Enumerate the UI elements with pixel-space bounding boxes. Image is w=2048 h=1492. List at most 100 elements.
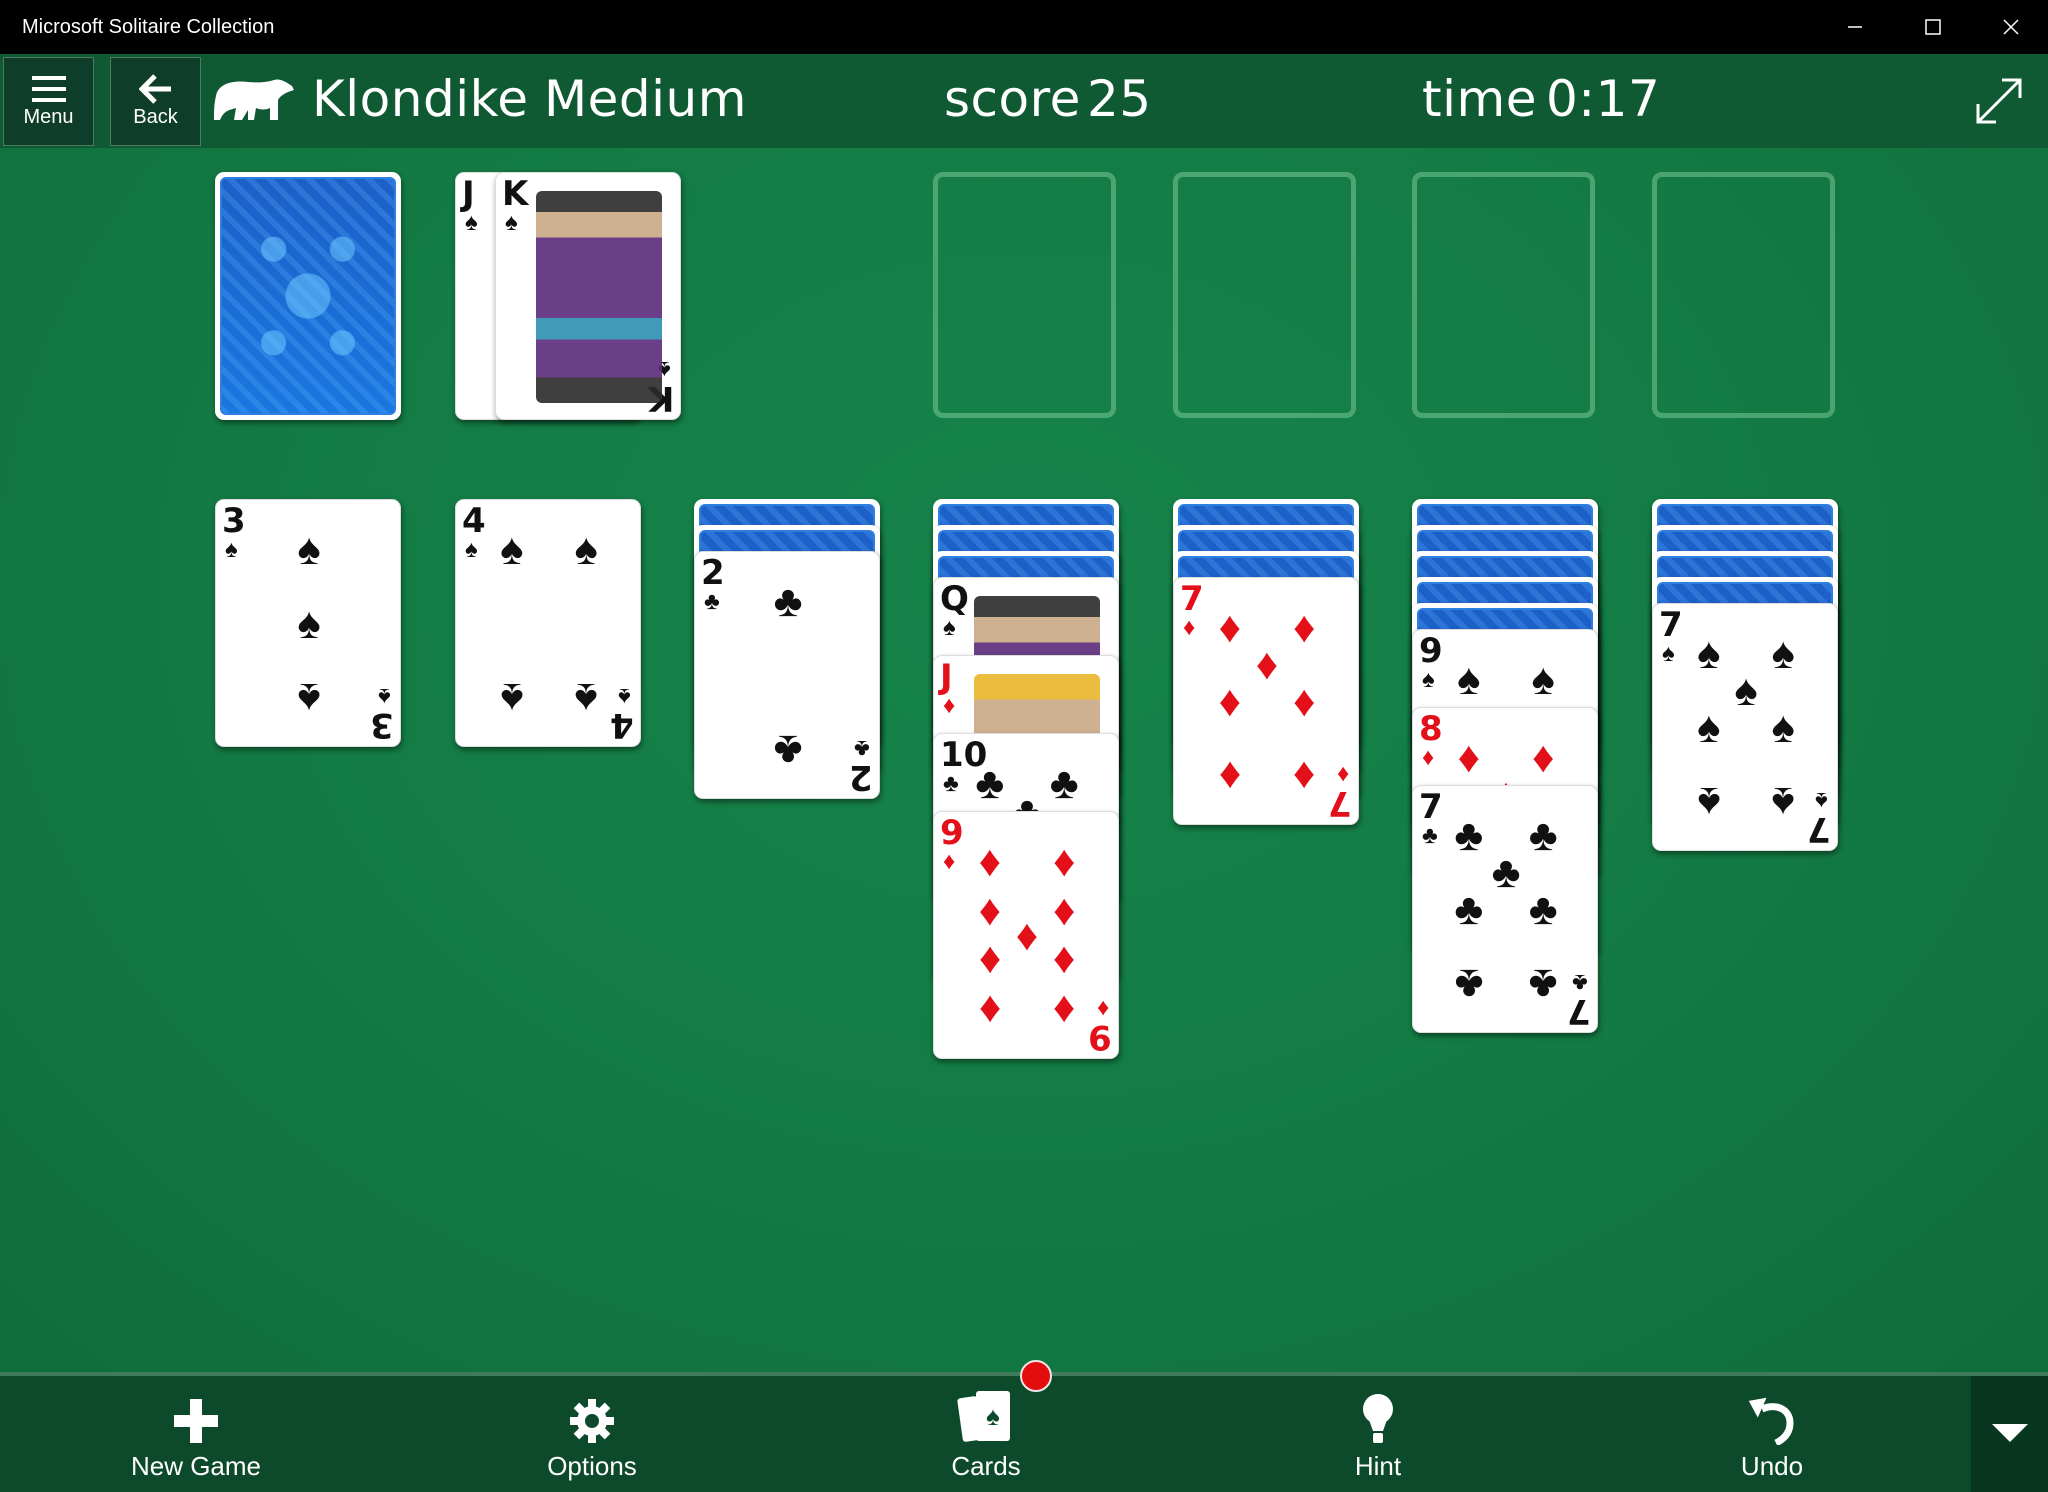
- card-pip-icon: ♠: [1697, 703, 1721, 752]
- card-rank: 2: [701, 553, 725, 593]
- card-pip-icon: ♦: [1052, 986, 1076, 1036]
- card-rank: 7: [1180, 579, 1204, 619]
- card-suit-icon: ♦: [943, 692, 956, 719]
- card-pip-icon: ♦: [1255, 639, 1279, 689]
- card-pip-icon: ♦: [978, 886, 1002, 936]
- card-rank: 7: [1419, 787, 1443, 827]
- card-pip-icon: ♠: [574, 674, 598, 724]
- card-pip-icon: ♣: [1528, 960, 1558, 1010]
- card-suit-icon: ♠: [465, 536, 478, 563]
- card-pip-icon: ♦: [978, 836, 1002, 886]
- card-pip-icon: ♣: [1528, 885, 1558, 934]
- card-rank: 8: [1419, 709, 1443, 749]
- card-9-diamonds[interactable]: 9 ♦ 9 ♦ ♦ ♦ ♦ ♦ ♦ ♦ ♦ ♦ ♦: [933, 811, 1119, 1059]
- card-suit-icon-bottom: ♦: [1096, 995, 1109, 1022]
- card-suit-icon-bottom: ♣: [1572, 969, 1588, 996]
- maximize-icon: [1925, 19, 1941, 35]
- cards-button[interactable]: ♠ Cards: [886, 1376, 1086, 1492]
- back-button[interactable]: Back: [110, 57, 201, 146]
- triangle-down-icon: [1991, 1424, 2028, 1442]
- game-header: Menu Back Klondike Medium score 25 time …: [0, 54, 2048, 148]
- card-pip-icon: ♠: [500, 674, 524, 724]
- card-suit-icon: ♠: [943, 614, 956, 641]
- card-suit-icon-bottom: ♠: [1815, 787, 1828, 814]
- card-pip-icon: ♦: [1531, 732, 1555, 782]
- difficulty-label: Medium: [544, 70, 747, 128]
- card-suit-icon: ♠: [1662, 640, 1675, 667]
- card-k-spades[interactable]: K♠K♠: [495, 172, 681, 420]
- card-pip-icon: ♠: [574, 524, 598, 574]
- fullscreen-button[interactable]: [1972, 74, 2026, 128]
- card-3-spades[interactable]: 3 ♠ 3 ♠ ♠ ♠ ♠: [215, 499, 401, 747]
- window-title-bar: Microsoft Solitaire Collection: [0, 0, 2048, 54]
- card-7-spades[interactable]: 7 ♠ 7 ♠ ♠ ♠ ♠ ♠ ♠ ♠ ♠: [1652, 603, 1838, 851]
- foundation-slot[interactable]: [1652, 172, 1835, 418]
- card-rank-bottom: 7: [1567, 991, 1591, 1031]
- plus-icon: [174, 1399, 218, 1443]
- card-pip-icon: ♣: [1491, 847, 1521, 897]
- minimize-button[interactable]: [1816, 0, 1894, 54]
- lightbulb-icon: [1363, 1394, 1393, 1443]
- card-rank: 9: [1419, 631, 1443, 671]
- bottom-app-bar: New Game Options ♠ Cards Hint Undo: [0, 1360, 2048, 1492]
- card-rank-bottom: 3: [370, 705, 394, 745]
- card-suit-icon: ♦: [943, 848, 956, 875]
- card-pip-icon: ♠: [1457, 654, 1481, 704]
- foundation-slot[interactable]: [1173, 172, 1356, 418]
- polar-bear-icon: [214, 79, 294, 120]
- hint-button[interactable]: Hint: [1278, 1376, 1478, 1492]
- time-label: time: [1422, 70, 1537, 128]
- card-4-spades[interactable]: 4 ♠ 4 ♠ ♠ ♠ ♠ ♠: [455, 499, 641, 747]
- menu-label: Menu: [23, 106, 74, 128]
- game-name: Klondike: [312, 70, 529, 128]
- card-pip-icon: ♣: [975, 758, 1005, 808]
- card-rank-bottom: 2: [849, 757, 873, 797]
- card-suit-icon: ♠: [225, 536, 238, 563]
- card-suit-icon: ♣: [1422, 822, 1438, 849]
- cards-notification-badge: [1020, 1360, 1052, 1392]
- new-game-button[interactable]: New Game: [96, 1376, 296, 1492]
- card-rank-bottom: 7: [1328, 783, 1352, 823]
- card-pip-icon: ♦: [1015, 911, 1039, 960]
- card-rank: 7: [1659, 605, 1683, 645]
- card-suit-icon: ♣: [943, 770, 959, 797]
- card-suit-icon: ♦: [1422, 744, 1435, 771]
- card-suit-icon-bottom: ♠: [378, 683, 391, 710]
- score-label: score: [944, 70, 1081, 128]
- close-button[interactable]: [1972, 0, 2048, 54]
- maximize-button[interactable]: [1894, 0, 1972, 54]
- time-value: 0:17: [1546, 70, 1661, 128]
- card-pip-icon: ♦: [1292, 677, 1316, 726]
- card-pip-icon: ♣: [1049, 758, 1079, 808]
- card-2-clubs[interactable]: 2 ♣ 2 ♣ ♣ ♣: [694, 551, 880, 799]
- undo-icon: [1748, 1397, 1794, 1445]
- card-pip-icon: ♠: [297, 524, 321, 574]
- more-options-button[interactable]: [1971, 1376, 2048, 1492]
- card-pip-icon: ♠: [1531, 654, 1555, 704]
- card-suit-icon-bottom: ♠: [618, 683, 631, 710]
- undo-button[interactable]: Undo: [1672, 1376, 1872, 1492]
- card-pip-icon: ♣: [773, 576, 803, 626]
- card-pip-icon: ♠: [1771, 703, 1795, 752]
- card-pip-icon: ♠: [1734, 665, 1758, 715]
- card-pip-icon: ♦: [978, 936, 1002, 986]
- foundation-slot[interactable]: [933, 172, 1116, 418]
- menu-button[interactable]: Menu: [3, 57, 94, 146]
- card-back-pattern: [220, 177, 396, 415]
- new-game-label: New Game: [130, 1451, 262, 1481]
- card-pip-icon: ♦: [1292, 752, 1316, 802]
- cards-icon: ♠: [957, 1391, 1010, 1442]
- foundation-slot[interactable]: [1412, 172, 1595, 418]
- card-7-clubs[interactable]: 7 ♣ 7 ♣ ♣ ♣ ♣ ♣ ♣ ♣ ♣: [1412, 785, 1598, 1033]
- card-pip-icon: ♠: [500, 524, 524, 574]
- hamburger-icon: [31, 76, 66, 102]
- stock-pile[interactable]: [215, 172, 401, 420]
- card-7-diamonds[interactable]: 7 ♦ 7 ♦ ♦ ♦ ♦ ♦ ♦ ♦ ♦: [1173, 577, 1359, 825]
- card-pip-icon: ♠: [297, 599, 321, 648]
- card-suit-icon: ♠: [1422, 666, 1435, 693]
- options-label: Options: [547, 1451, 637, 1481]
- card-suit-icon-bottom: ♣: [854, 735, 870, 762]
- expand-diagonal-icon: [1976, 78, 2022, 124]
- options-button[interactable]: Options: [492, 1376, 692, 1492]
- card-rank: J: [462, 174, 475, 214]
